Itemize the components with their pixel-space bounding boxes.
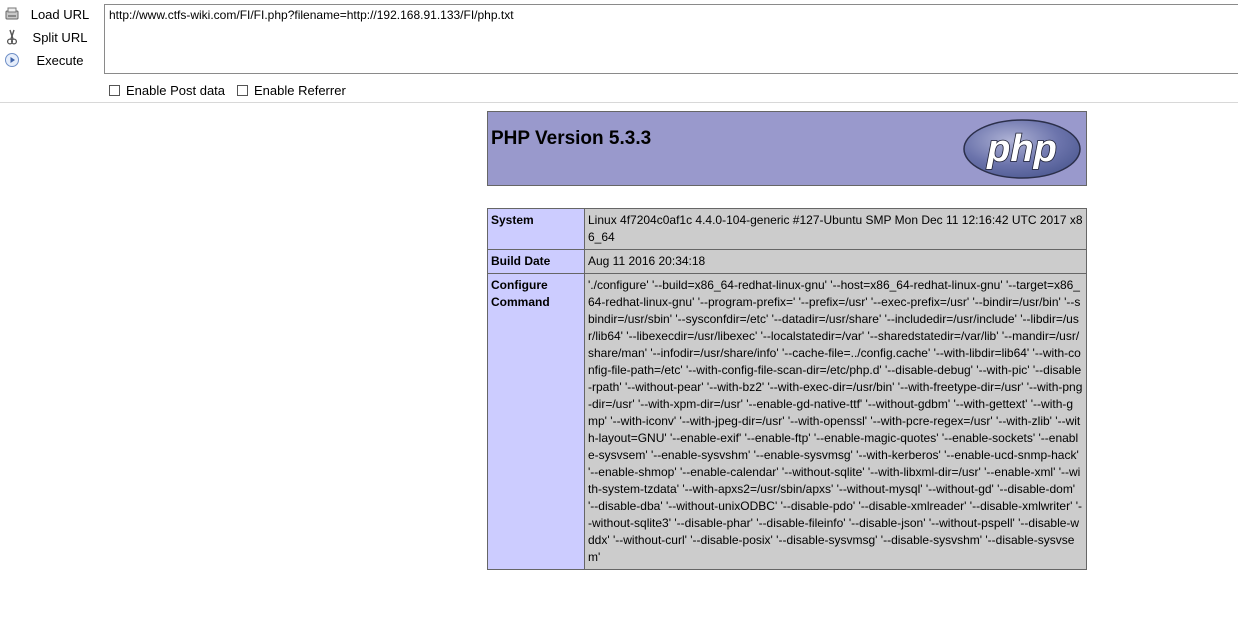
php-version-header: PHP Version 5.3.3 php <box>487 111 1087 186</box>
row-value-configure-command: './configure' '--build=x86_64-redhat-lin… <box>584 273 1087 570</box>
php-info-table: System Linux 4f7204c0af1c 4.4.0-104-gene… <box>487 208 1087 570</box>
row-label-configure-command: Configure Command <box>487 273 585 570</box>
load-url-label: Load URL <box>30 6 90 22</box>
page-title: PHP Version 5.3.3 <box>491 128 652 149</box>
php-logo: php <box>963 119 1081 179</box>
row-value-build-date: Aug 11 2016 20:34:18 <box>584 249 1087 274</box>
row-value-system: Linux 4f7204c0af1c 4.4.0-104-generic #12… <box>584 208 1087 250</box>
execute-label: Execute <box>36 52 84 68</box>
row-label-build-date: Build Date <box>487 249 585 274</box>
enable-post-checkbox[interactable] <box>109 85 120 96</box>
enable-referrer-label: Enable Referrer <box>254 83 346 98</box>
load-url-button[interactable]: Load URL <box>0 3 100 25</box>
table-row: Configure Command './configure' '--build… <box>487 273 1087 570</box>
execute-button[interactable]: Execute <box>0 49 100 71</box>
split-url-button[interactable]: Split URL <box>0 26 100 48</box>
table-row: Build Date Aug 11 2016 20:34:18 <box>487 249 1087 274</box>
enable-referrer-checkbox[interactable] <box>237 85 248 96</box>
enable-post-option[interactable]: Enable Post data <box>109 83 225 98</box>
php-logo-text: php <box>986 128 1057 170</box>
enable-post-label: Enable Post data <box>126 83 226 98</box>
url-input[interactable]: http://www.ctfs-wiki.com/FI/FI.php?filen… <box>104 4 1238 74</box>
row-label-system: System <box>487 208 585 250</box>
table-row: System Linux 4f7204c0af1c 4.4.0-104-gene… <box>487 208 1087 250</box>
split-url-label: Split URL <box>32 29 88 45</box>
hackbar-toolbar: Load URL Split URL Execute http://www.ct… <box>0 0 1238 103</box>
enable-referrer-option[interactable]: Enable Referrer <box>237 83 346 98</box>
